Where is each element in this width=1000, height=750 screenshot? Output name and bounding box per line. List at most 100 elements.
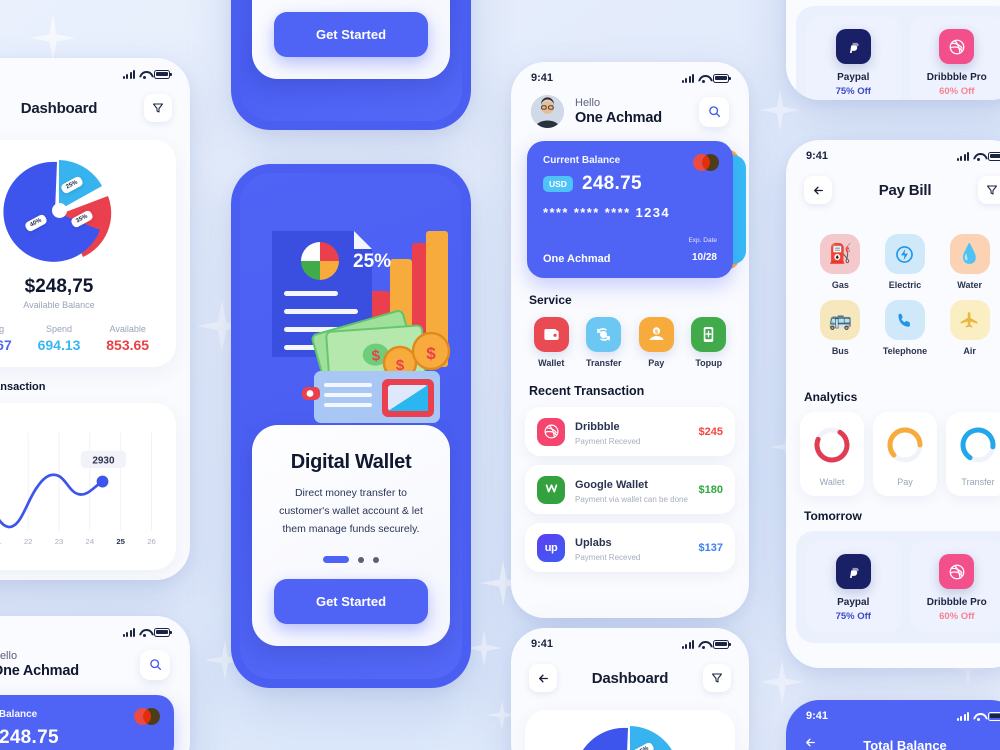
bill-category-panel: ⛽ Gas Electric 💧 Water 🚌 Bus Telephone A… <box>798 220 1000 380</box>
card-carousel[interactable]: Current Balance USD 248.75 **** **** ***… <box>527 141 746 278</box>
status-bar: 9:41 <box>511 628 749 652</box>
bill-air[interactable]: Air <box>937 300 1000 356</box>
airplane-icon <box>949 300 990 340</box>
transaction-name: Dribbble <box>575 421 620 433</box>
search-icon[interactable] <box>699 96 729 127</box>
stat-key: Saving <box>0 324 5 334</box>
table-row[interactable]: up Uplabs Payment Receved $137 <box>525 523 735 572</box>
balance-card: 25% 35% 40% $248,75 Available Balance Sa… <box>0 140 176 367</box>
promo-dribbble[interactable]: Dribbble Pro 60% Off <box>909 16 1000 100</box>
analytics-transfer[interactable]: Transfer <box>946 412 1000 496</box>
analytics-row: Wallet Pay Transfer <box>786 404 1000 496</box>
transactions-heading: Recent Transaction <box>529 384 645 398</box>
battery-icon <box>154 69 172 79</box>
signal-icon <box>123 69 135 79</box>
phone-paybill-screen: 9:41 Pay Bill ⛽ Gas Electric 💧 Water 🚌 B… <box>786 140 1000 668</box>
service-label: Wallet <box>538 358 565 368</box>
balance-label: Available Balance <box>23 300 95 310</box>
dot[interactable] <box>373 556 379 563</box>
back-arrow-icon[interactable] <box>804 736 828 750</box>
bill-gas[interactable]: ⛽ Gas <box>808 234 873 290</box>
bill-water[interactable]: 💧 Water <box>937 234 1000 290</box>
dot[interactable] <box>358 556 364 563</box>
back-arrow-icon[interactable] <box>804 176 832 204</box>
svg-text:22: 22 <box>24 537 33 546</box>
paybill-navbar: Pay Bill <box>786 164 1000 218</box>
pagination-dots[interactable] <box>274 556 428 564</box>
wallet-icon <box>544 328 559 341</box>
promo-name: Paypal <box>837 72 870 83</box>
promo-name: Paypal <box>837 597 870 608</box>
battery-icon <box>154 627 172 637</box>
card-number: **** **** **** 1234 <box>543 205 671 220</box>
dribbble-icon <box>939 29 975 64</box>
greeting-label: Hello <box>575 97 601 109</box>
stat-available: Available 853.65 <box>93 324 162 353</box>
stat-key: Spend <box>45 324 73 334</box>
back-arrow-icon[interactable] <box>529 664 557 692</box>
stat-value: 412.67 <box>0 337 12 353</box>
battery-icon <box>988 151 1000 161</box>
card-balance-label: Current Balance <box>543 155 621 166</box>
analytics-wallet[interactable]: Wallet <box>800 412 864 496</box>
promo-dribbble[interactable]: Dribbble Pro 60% Off <box>909 541 1000 633</box>
search-icon[interactable] <box>140 649 170 680</box>
status-bar: 9:41 <box>786 700 1000 724</box>
battery-icon <box>988 711 1000 721</box>
mastercard-icon <box>134 708 160 725</box>
dot-active[interactable] <box>323 556 349 564</box>
bill-label: Bus <box>831 346 849 356</box>
promo-paypal[interactable]: Paypal 75% Off <box>806 16 901 100</box>
bill-label: Water <box>957 280 982 290</box>
analytics-pay[interactable]: Pay <box>873 412 937 496</box>
bill-electric[interactable]: Electric <box>873 234 938 290</box>
wifi-icon <box>698 74 709 83</box>
service-transfer[interactable]: $ Transfer <box>578 317 631 368</box>
glyph: 🚌 <box>828 310 853 331</box>
filter-icon[interactable] <box>978 176 1000 204</box>
svg-text:$: $ <box>426 344 436 363</box>
telephone-icon <box>884 300 925 340</box>
service-label: Topup <box>695 358 723 368</box>
current-balance-card[interactable]: Current Balance USD 248.75 **** **** ***… <box>527 141 733 278</box>
filter-icon[interactable] <box>144 94 172 122</box>
onboarding-title: Digital Wallet <box>290 451 412 473</box>
pie-chart: 25% 35% 40% <box>0 156 162 264</box>
bill-telephone[interactable]: Telephone <box>873 300 938 356</box>
service-wallet[interactable]: Wallet <box>525 317 578 368</box>
greeting-label: Hello <box>0 650 18 662</box>
onboarding-card: Digital Wallet Direct money transfer to … <box>252 425 450 647</box>
filter-icon[interactable] <box>703 664 731 692</box>
service-pay[interactable]: $ Pay <box>630 317 683 368</box>
table-row[interactable]: Dribbble Payment Receved $245 <box>525 407 735 456</box>
get-started-button[interactable]: Get Started <box>274 579 428 625</box>
get-started-button[interactable]: Get Started <box>274 12 428 57</box>
phone-home-screen-partial: . Hello One Achmad Current Balance USD 2… <box>0 616 190 750</box>
signal-icon <box>957 711 969 721</box>
signal-icon <box>957 151 969 161</box>
table-row[interactable]: Google Wallet Payment via wallet can be … <box>525 465 735 514</box>
bill-label: Gas <box>831 280 849 290</box>
phone-home-screen: 9:41 Hello One Achmad Current Balance US… <box>511 62 749 618</box>
signal-icon <box>682 639 694 649</box>
promo-paypal[interactable]: Paypal 75% Off <box>806 541 901 633</box>
dashboard-navbar: Dashboard <box>511 652 749 706</box>
water-drop-icon: 💧 <box>949 234 990 274</box>
wifi-icon <box>973 712 984 721</box>
page-title: Total Balance <box>863 737 947 750</box>
service-topup[interactable]: Topup <box>683 317 736 368</box>
exp-date-label: Exp. Date <box>688 237 717 244</box>
bill-bus[interactable]: 🚌 Bus <box>808 300 873 356</box>
card-amount: 248.75 <box>0 727 59 748</box>
dribbble-icon <box>537 417 565 446</box>
svg-text:24: 24 <box>86 537 95 546</box>
donut-transfer <box>960 427 996 463</box>
illustration-percent: 25% <box>353 251 391 272</box>
avatar[interactable] <box>531 95 564 128</box>
svg-text:2930: 2930 <box>92 455 115 466</box>
phone-onboarding-top: Get Started <box>231 0 471 130</box>
battery-icon <box>713 639 731 649</box>
donut-wallet <box>814 427 850 463</box>
balance-card-partial[interactable]: Current Balance USD 248.75 <box>0 695 174 750</box>
pie-chart: 25% <box>539 722 721 750</box>
